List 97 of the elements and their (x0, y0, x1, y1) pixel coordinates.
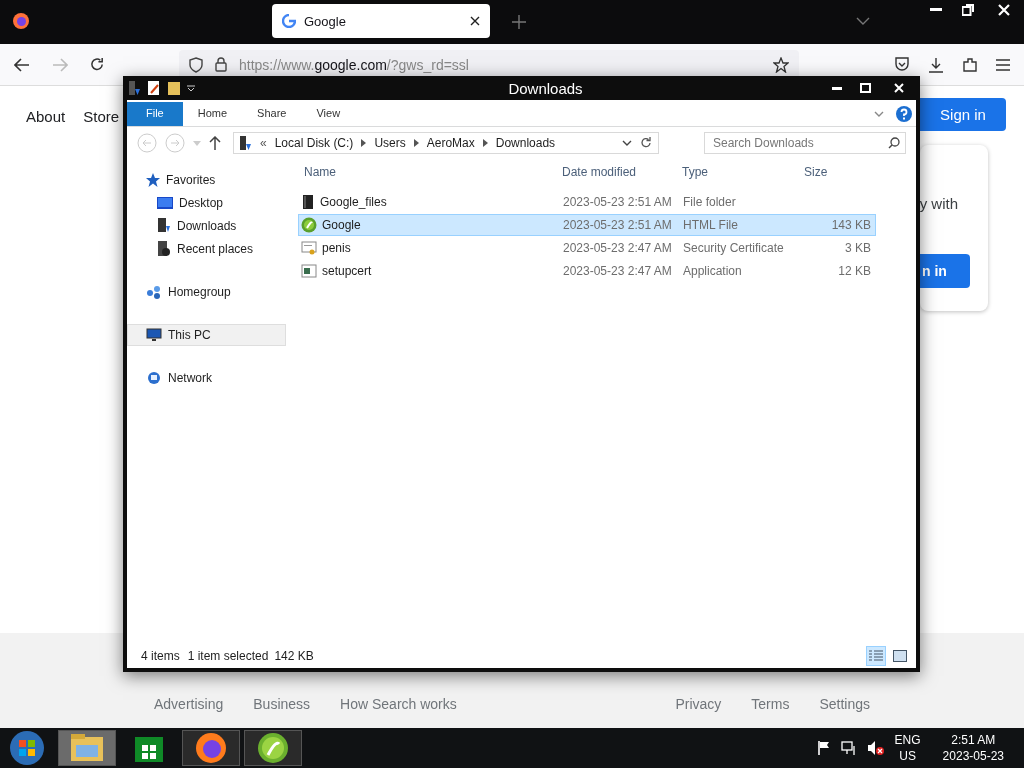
type-cell-text: Application (682, 264, 743, 278)
chevron-down-icon[interactable] (856, 17, 870, 25)
language-code[interactable]: ENG (894, 732, 921, 748)
taskbar-app[interactable] (244, 730, 302, 766)
column-header[interactable]: Type (676, 165, 798, 179)
breadcrumb-item[interactable]: Users (374, 136, 406, 150)
menu-icon[interactable] (996, 56, 1010, 73)
separator-arrow-icon[interactable] (413, 139, 419, 147)
url-text: https://www.google.com/?gws_rd=ssl (239, 56, 470, 73)
file-row[interactable]: Google 2023-05-23 2:51 AM HTML File 143 KB (298, 214, 876, 236)
new-tab-icon[interactable] (512, 15, 526, 29)
extensions-icon[interactable] (962, 56, 978, 73)
item-count: 4 items (141, 649, 180, 663)
footer-link[interactable]: Business (253, 696, 311, 712)
clock-time[interactable]: 2:51 AM (951, 732, 996, 748)
sign-in-button[interactable]: Sign in (920, 98, 1006, 131)
nav-link[interactable]: Store (83, 108, 120, 125)
clock-date[interactable]: 2023-05-23 (942, 748, 1004, 764)
search-field[interactable]: Search Downloads (704, 132, 906, 154)
selection-size: 142 KB (274, 649, 314, 663)
nav-item[interactable]: This PC (127, 324, 286, 346)
date-cell-text: 2023-05-23 2:51 AM (562, 195, 673, 209)
network-icon (146, 371, 162, 385)
back-icon[interactable] (14, 57, 30, 72)
size-cell-text: 3 KB (844, 241, 872, 255)
size-cell-text: 143 KB (830, 218, 872, 232)
breadcrumb-item[interactable]: AeroMax (426, 136, 475, 150)
type-cell-text: HTML File (682, 218, 739, 232)
ribbon-tab[interactable]: Share (242, 102, 302, 126)
ribbon-tab[interactable]: View (301, 102, 356, 126)
up-arrow-icon[interactable] (209, 136, 221, 150)
column-header[interactable]: Size (798, 165, 874, 179)
caret-icon[interactable] (187, 84, 195, 92)
help-icon[interactable] (896, 106, 912, 122)
browser-tab[interactable]: Google (272, 4, 490, 38)
size-cell-text: 12 KB (837, 264, 872, 278)
nav-item[interactable]: Downloads (127, 215, 286, 237)
footer-link[interactable]: Privacy (675, 696, 722, 712)
downloads-icon (157, 218, 171, 234)
card-text: y with (919, 195, 959, 212)
close-icon[interactable] (470, 16, 480, 26)
folder-icon (70, 733, 104, 763)
certificate-icon (301, 240, 317, 256)
overflow-chevron[interactable]: « (260, 136, 267, 150)
footer-link[interactable]: Settings (819, 696, 870, 712)
date-cell-text: 2023-05-23 2:47 AM (562, 264, 673, 278)
file-row[interactable]: Google_files 2023-05-23 2:51 AM File folder (298, 191, 876, 213)
application-icon (301, 264, 317, 278)
nav-item[interactable]: Homegroup (127, 281, 286, 303)
nav-link[interactable]: About (26, 108, 66, 125)
separator-arrow-icon[interactable] (361, 139, 367, 147)
window-title: Downloads (507, 79, 584, 97)
selection-status: 1 item selected (187, 649, 269, 663)
monitor-icon (146, 328, 162, 342)
ribbon-tab[interactable]: Home (182, 102, 243, 126)
folder-icon (301, 194, 315, 210)
file-name: setupcert (299, 264, 557, 278)
nav-item[interactable]: Desktop (127, 192, 286, 214)
footer-link[interactable]: Advertising (154, 696, 224, 712)
footer-link[interactable]: Terms (751, 696, 790, 712)
nav-item[interactable]: Network (127, 367, 286, 389)
nav-item[interactable]: Favorites (127, 169, 286, 191)
breadcrumb-item[interactable]: Downloads (495, 136, 556, 150)
date-cell-text: 2023-05-23 2:51 AM (562, 218, 673, 232)
file-row[interactable]: penis 2023-05-23 2:47 AM Security Certificate 3 KB (298, 237, 876, 259)
desktop-icon (157, 197, 173, 209)
flag-icon[interactable] (816, 740, 831, 756)
properties-icon[interactable] (147, 80, 161, 96)
refresh-icon[interactable] (640, 137, 652, 149)
tab-title: Google (304, 13, 347, 29)
lock-icon (215, 57, 227, 72)
reload-icon[interactable] (90, 57, 105, 72)
card-button[interactable]: n in (920, 254, 970, 288)
shield-icon (189, 56, 203, 73)
google-icon (282, 14, 296, 28)
muted-speaker-icon[interactable] (866, 740, 885, 756)
address-bar[interactable]: « Local Disk (C:) Users AeroMax Downloads (233, 132, 659, 154)
star-icon[interactable] (773, 56, 789, 73)
file-name: Google (299, 217, 557, 233)
breadcrumb-item[interactable]: Local Disk (C:) (274, 136, 354, 150)
network-icon[interactable] (840, 740, 857, 756)
column-header[interactable]: Name (298, 165, 556, 179)
download-icon[interactable] (928, 56, 944, 73)
type-cell-text: File folder (682, 195, 737, 209)
column-header[interactable]: Date modified (556, 165, 676, 179)
date-cell-text: 2023-05-23 2:47 AM (562, 241, 673, 255)
nav-item[interactable]: Recent places (127, 238, 286, 260)
chevron-down-icon[interactable] (622, 140, 632, 146)
star-icon (146, 173, 160, 187)
footer-link[interactable]: How Search works (340, 696, 457, 712)
file-row[interactable]: setupcert 2023-05-23 2:47 AM Application 12 KB (298, 260, 876, 282)
file-name: Google_files (299, 194, 557, 210)
search-icon[interactable] (888, 137, 900, 149)
separator-arrow-icon[interactable] (482, 139, 488, 147)
type-cell-text: Security Certificate (682, 241, 785, 255)
file-name: penis (299, 240, 557, 256)
language-region[interactable]: US (899, 748, 916, 764)
